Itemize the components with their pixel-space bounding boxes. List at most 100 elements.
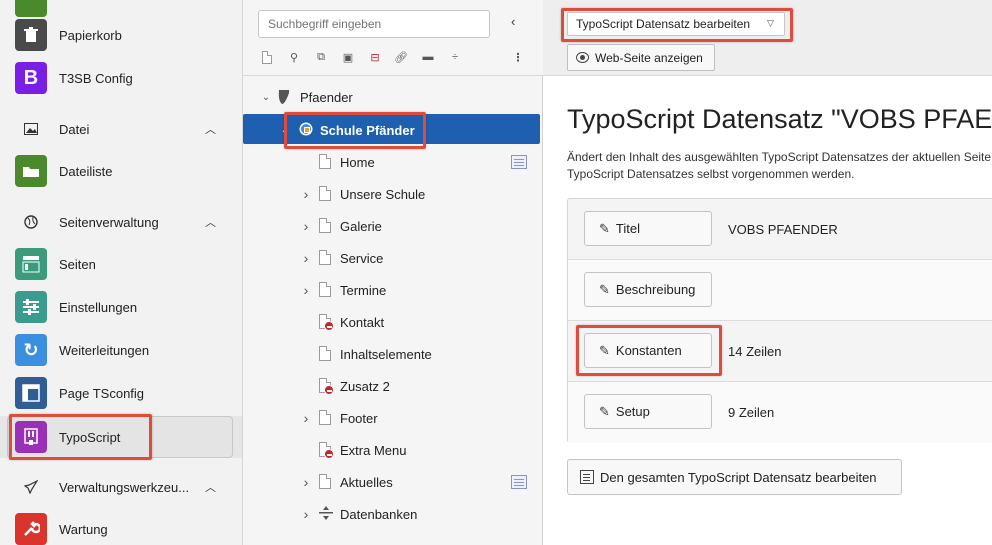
- page-icon: [319, 154, 333, 170]
- module-item-typoscript[interactable]: TypoScript: [0, 416, 242, 458]
- edit-constants-button[interactable]: ✎ Konstanten: [584, 333, 712, 368]
- group-label: Datei: [59, 121, 90, 137]
- tree-node[interactable]: › Aktuelles: [243, 466, 543, 498]
- property-value: 14 Zeilen: [728, 344, 782, 359]
- edit-setup-button[interactable]: ✎ Setup: [584, 394, 712, 429]
- chevron-right-icon[interactable]: ›: [300, 506, 312, 522]
- tree-node-label: Pfaender: [300, 89, 353, 105]
- tree-node[interactable]: Extra Menu: [243, 434, 543, 466]
- edit-full-record-button[interactable]: Den gesamten TypoScript Datensatz bearbe…: [567, 459, 902, 495]
- property-row-title: ✎ Titel VOBS PFAENDER: [568, 199, 992, 260]
- settings-sliders-icon: [15, 291, 47, 323]
- chevron-down-icon[interactable]: ⌄: [260, 92, 272, 103]
- page-title: TypoScript Datensatz "VOBS PFAENDER": [567, 104, 992, 134]
- tree-node-label: Extra Menu: [340, 442, 407, 458]
- module-item-einstellungen[interactable]: Einstellungen: [0, 286, 242, 328]
- no-access-icon: [324, 321, 334, 331]
- chevron-right-icon[interactable]: ›: [300, 474, 312, 490]
- module-item-weiterleitungen[interactable]: ↻ Weiterleitungen: [0, 329, 242, 371]
- tree-node[interactable]: › Service: [243, 242, 543, 274]
- module-item-page-tsconfig[interactable]: Page TSconfig: [0, 372, 242, 414]
- page-icon: [319, 186, 333, 202]
- tree-node[interactable]: Zusatz 2: [243, 370, 543, 402]
- tree-node-label: Termine: [340, 282, 387, 298]
- chevron-down-icon: ▽: [767, 18, 774, 28]
- restricted-page-icon: [319, 442, 334, 459]
- folder-icon[interactable]: ▬: [419, 48, 437, 66]
- tree-node-label: Aktuelles: [340, 474, 393, 490]
- module-item-dateiliste[interactable]: Dateiliste: [0, 150, 242, 192]
- module-item-wartung[interactable]: Wartung: [0, 508, 242, 545]
- tree-node-selected[interactable]: ⌄ Schule Pfänder: [243, 114, 543, 146]
- edit-description-label: Beschreibung: [615, 282, 696, 297]
- tree-node[interactable]: › Unsere Schule: [243, 178, 543, 210]
- tree-node-label: Unsere Schule: [340, 186, 426, 202]
- module-item-papierkorb[interactable]: Papierkorb: [0, 14, 242, 56]
- property-row-setup: ✎ Setup 9 Zeilen: [568, 382, 992, 443]
- restricted-page-icon: [319, 378, 334, 395]
- tree-node[interactable]: › Termine: [243, 274, 543, 306]
- content-list-icon[interactable]: [511, 475, 527, 489]
- tree-node-label: Zusatz 2: [340, 378, 390, 394]
- module-label: TypoScript: [59, 429, 121, 445]
- property-value: 9 Zeilen: [728, 405, 775, 420]
- folder-cloud-icon: [15, 155, 47, 187]
- module-label: Seiten: [59, 256, 96, 272]
- image-icon: [23, 121, 39, 137]
- content-list-icon[interactable]: [511, 155, 527, 169]
- module-group-verwaltungswerkzeuge[interactable]: Verwaltungswerkzeu... ︿: [0, 472, 242, 502]
- chevron-up-icon[interactable]: ︿: [205, 479, 216, 495]
- tree-node[interactable]: Inhaltselemente: [243, 338, 543, 370]
- new-page-mountpoint-icon[interactable]: ▣: [339, 48, 357, 66]
- chevron-right-icon[interactable]: ›: [300, 282, 312, 298]
- chevron-up-icon[interactable]: ︿: [205, 214, 216, 230]
- edit-description-button[interactable]: ✎ Beschreibung: [584, 272, 712, 307]
- tree-node[interactable]: › Galerie: [243, 210, 543, 242]
- typo3-logo-icon: [277, 89, 291, 105]
- tree-node[interactable]: Home: [243, 146, 543, 178]
- chevron-down-icon[interactable]: ⌄: [279, 125, 291, 136]
- module-group-seitenverwaltung[interactable]: Seitenverwaltung ︿: [0, 207, 242, 237]
- chevron-right-icon[interactable]: ›: [300, 218, 312, 234]
- module-item-t3sb-config[interactable]: B T3SB Config: [0, 57, 242, 99]
- chevron-right-icon[interactable]: ›: [300, 250, 312, 266]
- spacer-icon[interactable]: ÷: [446, 48, 464, 66]
- more-options-icon[interactable]: ⋮: [509, 48, 527, 66]
- tree-node-label: Service: [340, 250, 384, 266]
- module-item-seiten[interactable]: Seiten: [0, 243, 242, 285]
- page-icon: [319, 250, 333, 266]
- tree-node-label: Inhaltselemente: [340, 346, 432, 362]
- new-page-user-icon[interactable]: ⚲: [285, 48, 303, 66]
- chevron-left-icon[interactable]: ‹: [511, 14, 515, 29]
- function-select[interactable]: TypoScript Datensatz bearbeiten ▽: [567, 12, 785, 36]
- chevron-right-icon[interactable]: ›: [300, 186, 312, 202]
- new-page-icon[interactable]: [258, 48, 276, 66]
- pencil-icon: ✎: [599, 403, 610, 419]
- tree-search-input[interactable]: [258, 10, 490, 38]
- link-icon[interactable]: 🔗︎: [392, 48, 410, 66]
- tree-node[interactable]: Kontakt: [243, 306, 543, 338]
- main-content: TypoScript Datensatz bearbeiten ▽ Web-Se…: [543, 0, 992, 545]
- properties-table: ✎ Titel VOBS PFAENDER ✎ Beschreibung ✎ K…: [567, 198, 992, 443]
- tree-node[interactable]: › Datenbanken: [243, 498, 543, 530]
- no-access-icon: [324, 449, 334, 459]
- chevron-right-icon[interactable]: ›: [300, 410, 312, 426]
- edit-setup-label: Setup: [615, 404, 650, 419]
- tree-node-label: Datenbanken: [340, 506, 418, 522]
- redirect-icon: ↻: [15, 334, 47, 366]
- tree-root[interactable]: ⌄ Pfaender: [243, 81, 543, 113]
- doc-header: TypoScript Datensatz bearbeiten ▽ Web-Se…: [543, 0, 992, 76]
- no-access-icon: [324, 385, 334, 395]
- chevron-up-icon[interactable]: ︿: [205, 121, 216, 137]
- tree-node[interactable]: › Footer: [243, 402, 543, 434]
- rocket-icon: [23, 479, 39, 495]
- new-page-restricted-icon[interactable]: ⊟: [366, 48, 384, 66]
- tree-node-label: Kontakt: [340, 314, 385, 330]
- page-icon: [319, 218, 333, 234]
- module-group-datei[interactable]: Datei ︿: [0, 114, 242, 144]
- new-page-shortcut-icon[interactable]: ⧉: [312, 48, 330, 66]
- view-webpage-button[interactable]: Web-Seite anzeigen: [567, 44, 715, 71]
- edit-title-button[interactable]: ✎ Titel: [584, 211, 712, 246]
- module-label: Dateiliste: [59, 163, 113, 179]
- page-icon: [319, 346, 333, 362]
